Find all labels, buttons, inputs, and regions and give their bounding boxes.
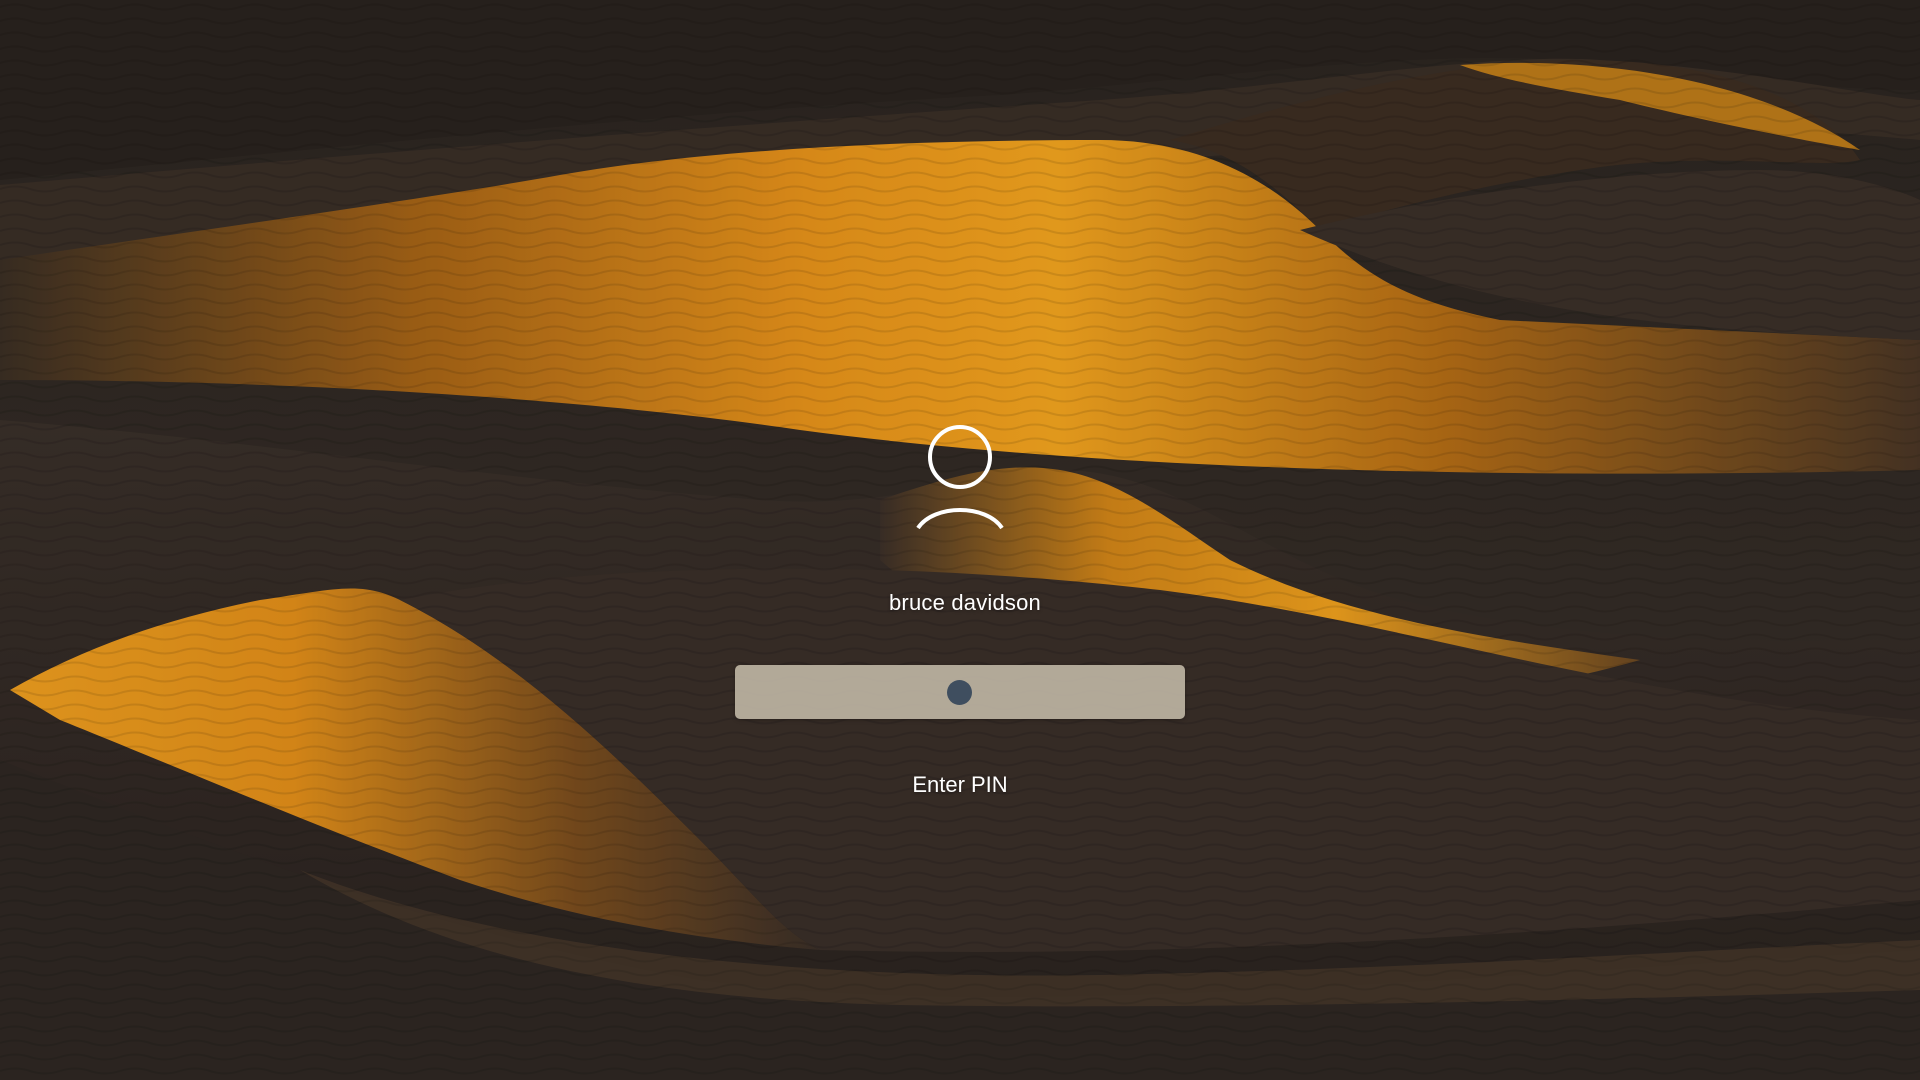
enter-pin-label: Enter PIN [912,772,1008,797]
user-avatar-icon [916,425,1004,530]
lock-screen: bruce davidson Enter PIN [0,0,1920,1080]
pin-input[interactable] [735,665,1185,719]
pin-masked-digit [947,680,972,705]
user-name: bruce davidson [888,590,1041,615]
login-panel: bruce davidson Enter PIN [0,0,1920,1080]
